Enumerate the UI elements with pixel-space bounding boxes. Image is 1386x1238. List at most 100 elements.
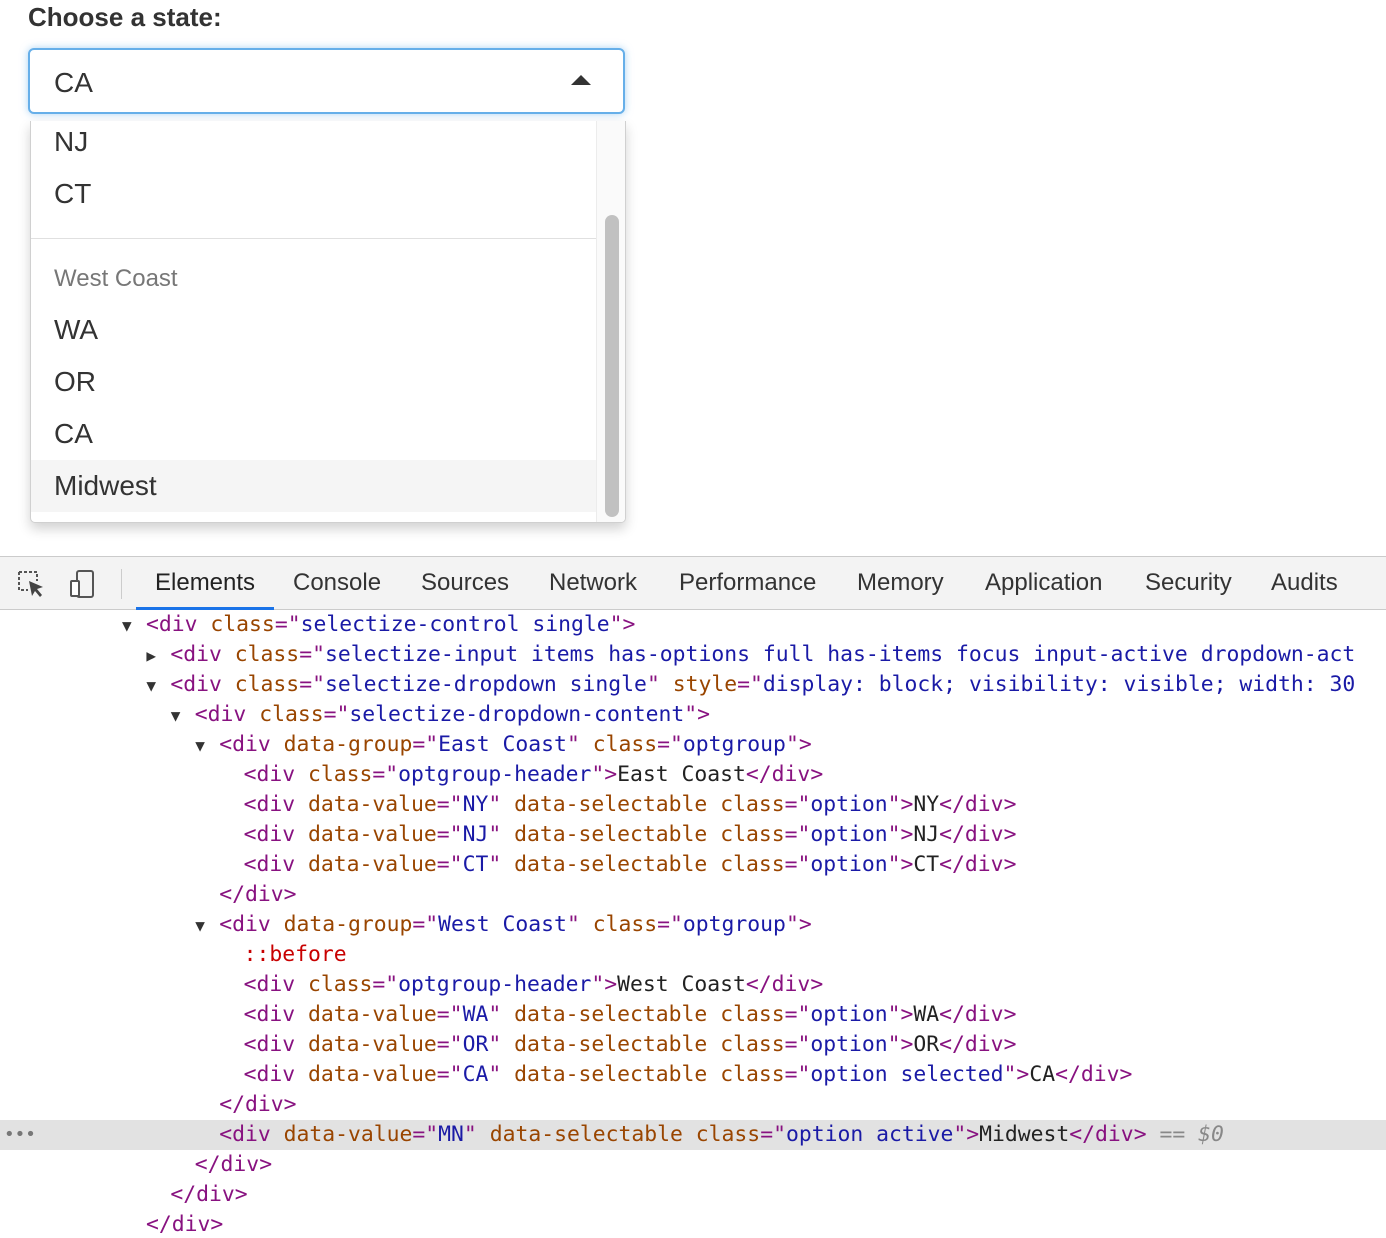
dom-node-markup: ▼ <div class="selectize-control single">	[122, 610, 635, 641]
dropdown-scrollbar[interactable]	[596, 121, 625, 522]
dom-node-code: <div data-value="OR" data-selectable cla…	[243, 1032, 1017, 1057]
state-dropdown: NJ CT West Coast WA OR CA Midwest	[30, 121, 626, 523]
dom-node-markup: ::before	[220, 940, 347, 970]
selected-value: CA	[54, 67, 93, 98]
dom-node-line[interactable]: <div class="optgroup-header">West Coast<…	[0, 970, 1386, 1000]
dom-node-code: <div data-value="NY" data-selectable cla…	[243, 792, 1017, 817]
dom-node-code: <div data-value="CA" data-selectable cla…	[243, 1062, 1133, 1087]
dom-node-code: <div data-value="NJ" data-selectable cla…	[243, 822, 1017, 847]
dom-node-markup: </div>	[195, 1090, 296, 1120]
dom-node-line[interactable]: </div>	[0, 1210, 1386, 1238]
dom-node-code: <div class="selectize-input items has-op…	[170, 642, 1356, 667]
tab-security[interactable]: Security	[1145, 569, 1232, 597]
dom-node-markup: </div>	[195, 880, 296, 910]
dom-node-line[interactable]: ▼ <div class="selectize-dropdown single" …	[0, 670, 1386, 700]
dom-node-code: </div>	[194, 1152, 273, 1177]
collapse-triangle-icon[interactable]: ▼	[122, 611, 146, 641]
devtools-toolbar: Elements Console Sources Network Perform…	[0, 556, 1386, 610]
toolbar-separator	[121, 569, 122, 599]
dom-node-line[interactable]: ▼ <div class="selectize-control single">	[0, 610, 1386, 640]
tab-performance[interactable]: Performance	[679, 569, 816, 597]
dom-node-code: <div class="optgroup-header">East Coast<…	[243, 762, 824, 787]
dom-node-line[interactable]: <div data-value="CT" data-selectable cla…	[0, 850, 1386, 880]
dom-node-line[interactable]: <div data-value="WA" data-selectable cla…	[0, 1000, 1386, 1030]
dom-node-line-selected[interactable]: ••• <div data-value="MN" data-selectable …	[0, 1120, 1386, 1150]
option-nj[interactable]: NJ	[54, 126, 88, 158]
option-or[interactable]: OR	[54, 366, 96, 398]
dom-node-markup: <div class="optgroup-header">East Coast<…	[220, 760, 824, 790]
dom-node-line[interactable]: </div>	[0, 1180, 1386, 1210]
option-ct[interactable]: CT	[54, 178, 91, 210]
optgroup-header-west-coast: West Coast	[54, 265, 178, 292]
dom-node-code: <div data-group="East Coast" class="optg…	[219, 732, 812, 757]
dom-node-markup: <div data-value="MN" data-selectable cla…	[195, 1120, 1224, 1150]
dom-node-line[interactable]: </div>	[0, 880, 1386, 910]
dom-node-code: <div data-value="MN" data-selectable cla…	[219, 1122, 1224, 1147]
option-midwest-label: Midwest	[54, 470, 157, 501]
dom-node-line[interactable]: <div data-value="CA" data-selectable cla…	[0, 1060, 1386, 1090]
dom-node-code: <div data-group="West Coast" class="optg…	[219, 912, 812, 937]
option-ca[interactable]: CA	[54, 418, 93, 450]
dom-node-markup: <div data-value="CA" data-selectable cla…	[220, 1060, 1133, 1090]
collapse-triangle-icon[interactable]: ▼	[171, 701, 195, 731]
dom-node-line[interactable]: <div data-value="NY" data-selectable cla…	[0, 790, 1386, 820]
dom-node-line[interactable]: <div class="optgroup-header">East Coast<…	[0, 760, 1386, 790]
collapse-triangle-icon[interactable]: ▼	[195, 911, 219, 941]
dom-node-code: <div data-value="WA" data-selectable cla…	[243, 1002, 1017, 1027]
device-toolbar-icon[interactable]	[68, 569, 98, 599]
dom-node-markup: ▼ <div data-group="East Coast" class="opt…	[195, 730, 812, 761]
dom-node-markup: ▶ <div class="selectize-input items has-o…	[146, 640, 1355, 671]
dom-node-line[interactable]: ::before	[0, 940, 1386, 970]
dom-node-code: <div class="selectize-dropdown single" s…	[170, 672, 1356, 697]
dom-node-code: ::before	[243, 942, 347, 967]
collapse-triangle-icon[interactable]: ▼	[146, 671, 170, 701]
dom-node-code: <div data-value="CT" data-selectable cla…	[243, 852, 1017, 877]
tab-sources[interactable]: Sources	[421, 569, 509, 597]
dom-node-markup: </div>	[146, 1180, 247, 1210]
tab-memory[interactable]: Memory	[857, 569, 944, 597]
devtools-panel: Elements Console Sources Network Perform…	[0, 556, 1386, 1238]
dom-node-markup: <div data-value="NY" data-selectable cla…	[220, 790, 1017, 820]
tab-network[interactable]: Network	[549, 569, 637, 597]
dom-node-line[interactable]: ▶ <div class="selectize-input items has-o…	[0, 640, 1386, 670]
dom-node-code: <div class="selectize-control single">	[146, 612, 636, 637]
state-label: Choose a state:	[28, 2, 222, 32]
dom-node-code: </div>	[219, 882, 297, 907]
tab-console[interactable]: Console	[293, 569, 381, 597]
dom-node-markup: </div>	[171, 1150, 272, 1180]
option-wa[interactable]: WA	[54, 314, 98, 346]
expand-triangle-icon[interactable]: ▶	[146, 641, 170, 671]
dom-node-line[interactable]: ▼ <div data-group="East Coast" class="opt…	[0, 730, 1386, 760]
state-select[interactable]: CA	[28, 48, 625, 114]
node-actions-ellipsis-icon[interactable]: •••	[4, 1120, 36, 1150]
dom-node-code: </div>	[219, 1092, 297, 1117]
collapse-triangle-icon[interactable]: ▼	[195, 731, 219, 761]
dom-node-markup: ▼ <div data-group="West Coast" class="opt…	[195, 910, 812, 941]
dom-node-code: <div class="optgroup-header">West Coast<…	[243, 972, 824, 997]
dom-node-line[interactable]: <div data-value="OR" data-selectable cla…	[0, 1030, 1386, 1060]
dom-node-line[interactable]: ▼ <div data-group="West Coast" class="opt…	[0, 910, 1386, 940]
inspect-element-icon[interactable]	[16, 569, 46, 599]
dom-node-code: </div>	[170, 1182, 248, 1207]
dom-node-markup: <div data-value="CT" data-selectable cla…	[220, 850, 1017, 880]
tab-application[interactable]: Application	[985, 569, 1102, 597]
dom-node-line[interactable]: </div>	[0, 1150, 1386, 1180]
tab-audits[interactable]: Audits	[1271, 569, 1338, 597]
dom-node-markup: ▼ <div class="selectize-dropdown-content"…	[171, 700, 710, 731]
dom-node-markup: <div data-value="WA" data-selectable cla…	[220, 1000, 1017, 1030]
dom-node-line[interactable]: <div data-value="NJ" data-selectable cla…	[0, 820, 1386, 850]
tab-elements[interactable]: Elements	[155, 569, 255, 597]
option-midwest-active[interactable]: Midwest	[31, 460, 597, 512]
dom-node-code: </div>	[146, 1212, 224, 1237]
dom-node-code: <div class="selectize-dropdown-content">	[194, 702, 710, 727]
dom-node-line[interactable]: ▼ <div class="selectize-dropdown-content"…	[0, 700, 1386, 730]
optgroup-divider	[31, 238, 597, 239]
dom-node-markup: ▼ <div class="selectize-dropdown single" …	[146, 670, 1355, 701]
dropdown-scroll-thumb[interactable]	[605, 215, 619, 517]
dom-node-markup: <div data-value="OR" data-selectable cla…	[220, 1030, 1017, 1060]
elements-dom-tree[interactable]: ▼ <div class="selectize-control single"> ▶…	[0, 610, 1386, 1238]
dom-node-markup: </div>	[122, 1210, 223, 1238]
dom-node-markup: <div class="optgroup-header">West Coast<…	[220, 970, 824, 1000]
dom-node-line[interactable]: </div>	[0, 1090, 1386, 1120]
caret-up-icon[interactable]	[571, 75, 591, 85]
